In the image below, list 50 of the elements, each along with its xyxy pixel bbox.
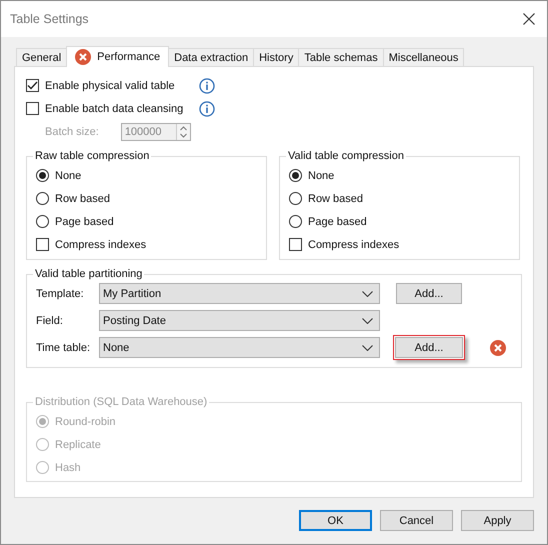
checkbox-label: Compress indexes bbox=[55, 238, 146, 250]
checkbox[interactable] bbox=[289, 238, 302, 251]
dropdown[interactable]: My Partition bbox=[99, 283, 380, 304]
field-label: Template: bbox=[36, 288, 85, 300]
checkbox-label: Compress indexes bbox=[308, 238, 400, 250]
radio-label: Page based bbox=[308, 216, 367, 228]
window-title: Table Settings bbox=[10, 12, 89, 26]
field-label: Field: bbox=[36, 314, 64, 326]
tab[interactable]: History bbox=[253, 48, 300, 66]
info-icon[interactable] bbox=[199, 100, 215, 116]
dropdown[interactable]: None bbox=[99, 337, 380, 358]
dialog-button[interactable]: Cancel bbox=[380, 510, 453, 531]
dialog-button[interactable]: OK bbox=[299, 510, 372, 531]
tab[interactable]: Miscellaneous bbox=[382, 48, 464, 66]
checkbox[interactable] bbox=[26, 79, 39, 92]
group-title: Valid table compression bbox=[287, 150, 405, 162]
dropdown[interactable]: Posting Date bbox=[99, 310, 380, 331]
dialog-button[interactable]: Apply bbox=[461, 510, 534, 531]
group-title: Valid table partitioning bbox=[34, 268, 144, 280]
info-icon[interactable] bbox=[199, 78, 215, 94]
chevron-down-icon bbox=[362, 318, 373, 324]
chevron-down-icon bbox=[362, 290, 373, 296]
radio-label: Page based bbox=[55, 216, 114, 228]
radio-label: Hash bbox=[55, 462, 81, 474]
add-button[interactable]: Add... bbox=[393, 335, 465, 360]
radio-button[interactable] bbox=[289, 169, 302, 182]
radio-label: Row based bbox=[308, 192, 364, 204]
checkbox-label: Enable physical valid table bbox=[45, 80, 175, 92]
chevron-down-icon bbox=[362, 344, 373, 350]
radio-button[interactable] bbox=[36, 215, 49, 228]
radio-label: None bbox=[308, 170, 334, 182]
radio-button[interactable] bbox=[289, 215, 302, 228]
radio-label: None bbox=[55, 170, 82, 182]
radio-label: Replicate bbox=[55, 438, 101, 450]
field-label: Time table: bbox=[36, 342, 92, 354]
radio-label: Round-robin bbox=[55, 416, 116, 428]
radio-label: Row based bbox=[55, 192, 110, 204]
group-title: Distribution (SQL Data Warehouse) bbox=[34, 396, 208, 408]
checkbox-label: Enable batch data cleansing bbox=[45, 102, 184, 114]
radio-button[interactable] bbox=[36, 192, 49, 205]
add-button[interactable]: Add... bbox=[396, 283, 462, 304]
checkbox[interactable] bbox=[26, 102, 39, 115]
checkbox[interactable] bbox=[36, 238, 49, 251]
tab[interactable]: Performance bbox=[66, 46, 170, 67]
radio-button[interactable] bbox=[289, 192, 302, 205]
batch-size-label: Batch size: bbox=[45, 126, 99, 138]
tab[interactable]: General bbox=[16, 48, 68, 66]
radio-button[interactable] bbox=[36, 169, 49, 182]
close-icon[interactable] bbox=[523, 13, 535, 25]
group-title: Raw table compression bbox=[34, 150, 150, 162]
